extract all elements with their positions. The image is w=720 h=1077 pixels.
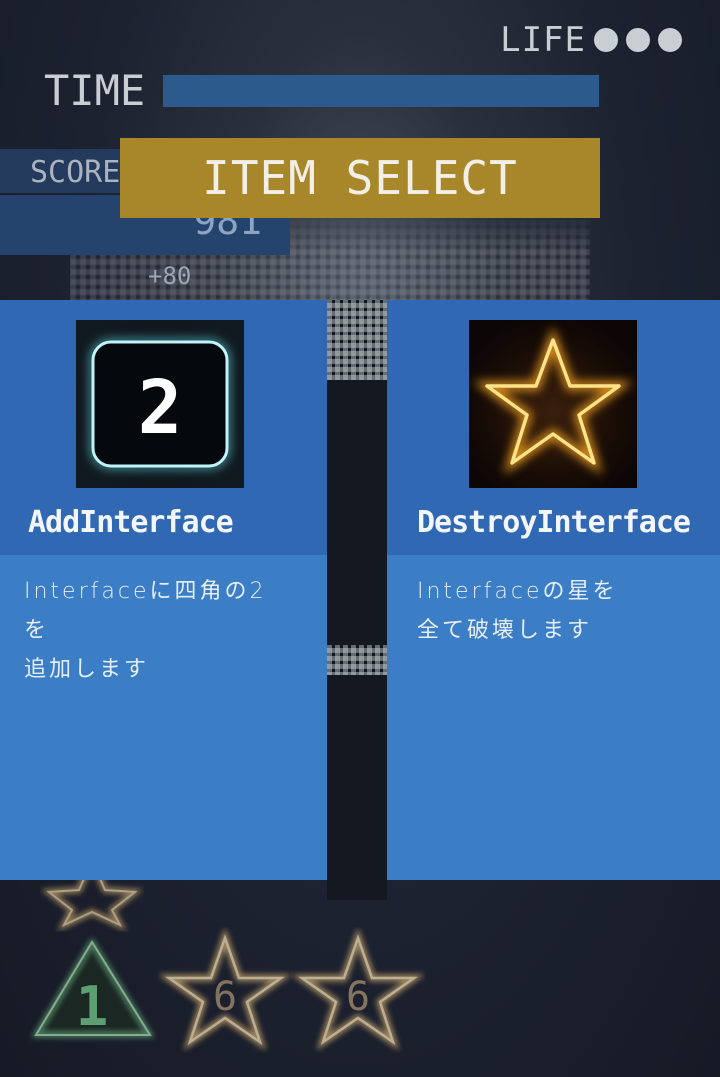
square-2-glyph: 2	[138, 365, 183, 451]
life-indicator: LIFE	[500, 20, 682, 60]
board-center-column	[327, 300, 387, 900]
life-dot	[626, 28, 650, 52]
score-label: SCORE	[30, 155, 121, 190]
item-card-header: DestroyInterface	[387, 300, 720, 555]
life-dot	[658, 28, 682, 52]
square-2-icon: 2	[76, 320, 244, 488]
star-icon	[469, 320, 637, 488]
board-star-piece: 6	[157, 927, 293, 1051]
item-card-add-interface[interactable]: 2 AddInterface Interfaceに四角の2 を 追加します	[0, 300, 327, 880]
item-card-title: AddInterface	[28, 505, 234, 540]
time-label: TIME	[44, 66, 146, 115]
board-triangle-label: 1	[76, 975, 109, 1038]
item-select-banner: ITEM SELECT	[120, 138, 600, 218]
item-select-title: ITEM SELECT	[202, 151, 518, 205]
item-card-description: Interfaceに四角の2 を 追加します	[24, 579, 267, 682]
life-label: LIFE	[500, 20, 586, 60]
item-card-destroy-interface[interactable]: DestroyInterface Interfaceの星を 全て破壊します	[387, 300, 720, 880]
board-star-label: 6	[346, 974, 370, 1020]
board-grid-middle	[327, 645, 387, 675]
time-bar	[163, 75, 599, 107]
board-star-label: 6	[213, 974, 237, 1020]
board-triangle-piece: 1	[31, 937, 155, 1038]
item-card-description: Interfaceの星を 全て破壊します	[417, 579, 618, 643]
life-dot	[594, 28, 618, 52]
item-card-title: DestroyInterface	[417, 505, 691, 540]
board-star-piece	[40, 880, 144, 932]
board-grid-top	[327, 300, 387, 380]
board-star-piece: 6	[290, 927, 426, 1051]
item-card-header: 2 AddInterface	[0, 300, 327, 555]
board-pieces: 1 6 6	[31, 880, 426, 1051]
score-bonus: +80	[148, 262, 192, 290]
